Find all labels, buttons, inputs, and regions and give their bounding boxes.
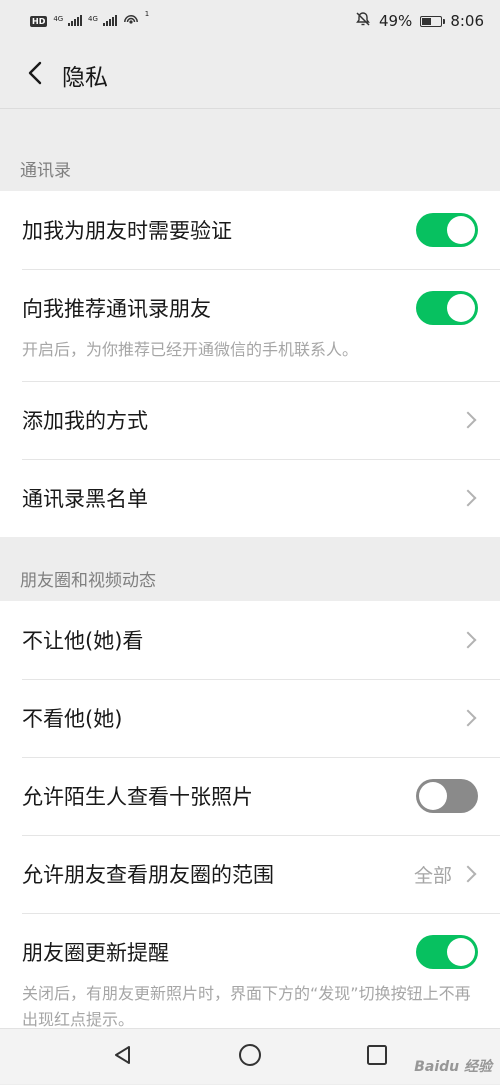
row-description: 开启后，为你推荐已经开通微信的手机联系人。 bbox=[22, 340, 359, 359]
row-dont-let-them-see[interactable]: 不让他(她)看 bbox=[0, 601, 500, 679]
row-value: 全部 bbox=[413, 864, 452, 887]
row-label: 通讯录黑名单 bbox=[22, 487, 148, 511]
section-header-moments: 朋友圈和视频动态 bbox=[20, 571, 156, 591]
hotspot-icon bbox=[123, 12, 139, 30]
require-verification-toggle[interactable] bbox=[416, 213, 478, 247]
clock: 8:06 bbox=[450, 12, 484, 30]
back-button[interactable] bbox=[0, 42, 50, 108]
toggle-knob bbox=[419, 782, 447, 810]
battery-percent: 49% bbox=[378, 12, 413, 30]
system-recents-button[interactable] bbox=[347, 1029, 407, 1085]
toggle-knob bbox=[447, 294, 475, 322]
back-triangle-icon bbox=[112, 1044, 134, 1070]
page-title: 隐私 bbox=[62, 65, 108, 91]
row-label: 加我为朋友时需要验证 bbox=[22, 219, 232, 243]
chevron-right-icon bbox=[459, 631, 477, 649]
chevron-right-icon bbox=[459, 489, 477, 507]
nav-bar: 隐私 bbox=[0, 42, 500, 109]
contacts-group: 加我为朋友时需要验证 向我推荐通讯录朋友 开启后，为你推荐已经开通微信的手机联系… bbox=[0, 191, 500, 537]
signal-bars-icon bbox=[102, 15, 117, 26]
status-bar: HD 4G 4G 1 49% 8:06 bbox=[0, 0, 500, 42]
row-require-verification: 加我为朋友时需要验证 bbox=[0, 191, 500, 269]
row-dont-see-them[interactable]: 不看他(她) bbox=[0, 679, 500, 757]
chevron-left-icon bbox=[28, 61, 42, 89]
chevron-right-icon bbox=[459, 709, 477, 727]
status-right: 49% 8:06 bbox=[355, 11, 484, 31]
row-main: 向我推荐通讯录朋友 bbox=[22, 291, 478, 325]
signal-2: 4G bbox=[88, 12, 117, 30]
row-label: 允许朋友查看朋友圈的范围 bbox=[22, 863, 274, 887]
hotspot-count: 1 bbox=[144, 10, 150, 18]
watermark-logo: Baidu 经验 bbox=[414, 1059, 492, 1075]
row-stranger-ten-photos: 允许陌生人查看十张照片 bbox=[0, 757, 500, 835]
row-moments-visible-range[interactable]: 允许朋友查看朋友圈的范围 全部 bbox=[0, 835, 500, 913]
battery-fill bbox=[422, 17, 431, 25]
network-type-1: 4G bbox=[53, 15, 64, 23]
row-label: 向我推荐通讯录朋友 bbox=[22, 297, 211, 321]
row-label: 朋友圈更新提醒 bbox=[22, 941, 169, 965]
hd-badge: HD bbox=[30, 15, 48, 27]
row-description: 关闭后，有朋友更新照片时，界面下方的“发现”切换按钮上不再出现红点提示。 bbox=[22, 984, 471, 1029]
recents-square-icon bbox=[366, 1044, 388, 1070]
chevron-right-icon bbox=[459, 411, 477, 429]
row-recommend-contacts: 向我推荐通讯录朋友 开启后，为你推荐已经开通微信的手机联系人。 bbox=[0, 269, 500, 381]
system-home-button[interactable] bbox=[220, 1029, 280, 1085]
row-contacts-blacklist[interactable]: 通讯录黑名单 bbox=[0, 459, 500, 537]
stranger-ten-photos-toggle[interactable] bbox=[416, 779, 478, 813]
status-left: HD 4G 4G 1 bbox=[30, 10, 150, 30]
moments-group: 不让他(她)看 不看他(她) 允许陌生人查看十张照片 允许朋友查看朋友圈的范围 … bbox=[0, 601, 500, 1051]
mute-icon bbox=[355, 11, 371, 31]
chevron-right-icon bbox=[459, 865, 477, 883]
row-label: 允许陌生人查看十张照片 bbox=[22, 785, 253, 809]
home-circle-icon bbox=[238, 1043, 262, 1071]
section-header-contacts: 通讯录 bbox=[20, 161, 71, 181]
network-type-2: 4G bbox=[88, 15, 98, 23]
battery-icon bbox=[420, 15, 446, 27]
recommend-contacts-toggle[interactable] bbox=[416, 291, 478, 325]
signal-1: 4G bbox=[53, 12, 83, 30]
toggle-knob bbox=[447, 216, 475, 244]
row-label: 不让他(她)看 bbox=[22, 629, 144, 653]
moments-update-reminder-toggle[interactable] bbox=[416, 935, 478, 969]
row-main: 朋友圈更新提醒 bbox=[22, 935, 478, 969]
row-add-me-methods[interactable]: 添加我的方式 bbox=[0, 381, 500, 459]
row-label: 不看他(她) bbox=[22, 707, 123, 731]
signal-bars-icon bbox=[68, 15, 83, 26]
system-back-button[interactable] bbox=[93, 1029, 153, 1085]
row-label: 添加我的方式 bbox=[22, 409, 148, 433]
toggle-knob bbox=[447, 938, 475, 966]
